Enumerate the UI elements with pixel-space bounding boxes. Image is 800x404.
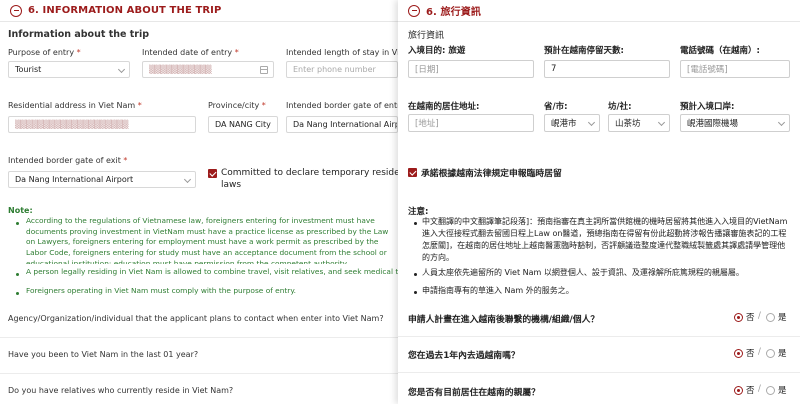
note-item-3: Foreigners operating in Viet Nam must co… bbox=[26, 286, 297, 295]
province-select[interactable]: DA NANG City bbox=[208, 116, 278, 133]
ward-select[interactable]: 山茶坊 bbox=[608, 114, 670, 132]
address-input[interactable]: [地址] bbox=[408, 114, 534, 132]
border-exit-label: Intended border gate of exit * bbox=[8, 156, 128, 165]
border-entry-value: Da Nang International Airport bbox=[293, 120, 397, 129]
option-no-label: 否 bbox=[746, 313, 755, 323]
ward-label: 坊/社: bbox=[608, 102, 632, 112]
radio-yes[interactable] bbox=[766, 386, 775, 395]
chinese-form-pane: 6. 旅行資訊 旅行資訊 入境目的: 旅遊 預計在越南停留天數: 電話號碼（在越… bbox=[398, 0, 800, 404]
commit-text-line-1: Committed to declare temporary residence bbox=[221, 168, 398, 178]
province-label: Province/city * bbox=[208, 101, 266, 110]
calendar-icon bbox=[260, 66, 268, 74]
radio-no-selected[interactable] bbox=[734, 349, 743, 358]
question-relatives: Do you have relatives who currently resi… bbox=[8, 386, 234, 395]
question-relatives: 您是否有目前居住在越南的親屬？ bbox=[408, 388, 540, 398]
note-item-2: A person legally residing in Viet Nam is… bbox=[26, 267, 398, 276]
address-label: Residential address in Viet Nam * bbox=[8, 101, 142, 110]
purpose-select[interactable]: Tourist bbox=[8, 61, 130, 78]
radio-no-selected[interactable] bbox=[734, 386, 743, 395]
option-yes-label: 是 bbox=[778, 349, 787, 359]
border-select[interactable]: 峴港國際機場 bbox=[680, 114, 790, 132]
province-value: 峴港市 bbox=[551, 119, 577, 129]
border-value: 峴港國際機場 bbox=[687, 119, 739, 129]
ward-value: 山茶坊 bbox=[615, 119, 641, 129]
question-contact: 申請人計畫在進入越南後聯繫的機構/組織/個人？ bbox=[408, 315, 600, 325]
phone-label: 電話號碼（在越南）: bbox=[680, 46, 760, 56]
divider bbox=[398, 336, 800, 337]
chevron-down-icon bbox=[657, 118, 666, 127]
divider bbox=[0, 373, 398, 374]
bullet bbox=[414, 273, 417, 276]
border-entry-label: Intended border gate of entry * bbox=[286, 101, 398, 110]
chevron-down-icon bbox=[183, 175, 192, 184]
border-exit-value: Da Nang International Airport bbox=[15, 175, 134, 184]
purpose-value: Tourist bbox=[15, 65, 42, 74]
radio-yes[interactable] bbox=[766, 349, 775, 358]
chevron-down-icon bbox=[117, 65, 126, 74]
stay-days-input[interactable]: 7 bbox=[544, 60, 670, 78]
commit-label: 承諾根據越南法律規定申報臨時居留 bbox=[421, 169, 562, 179]
option-yes-label: 是 bbox=[778, 313, 787, 323]
commit-text-line-2: laws bbox=[221, 180, 242, 191]
phone-input[interactable]: Enter phone number bbox=[286, 61, 398, 78]
stay-days-label: 預計在越南停留天數: bbox=[544, 46, 624, 56]
bullet bbox=[414, 222, 417, 225]
stay-length-label: Intended length of stay in Viet Nam bbox=[286, 48, 398, 57]
redacted-date: ▒▒▒▒▒▒▒▒▒▒▒ bbox=[149, 65, 212, 74]
note-title: Note: bbox=[8, 206, 33, 215]
date-input[interactable]: [日期] bbox=[408, 60, 534, 78]
radio-no-selected[interactable] bbox=[734, 313, 743, 322]
section-header: 6. 旅行資訊 bbox=[398, 0, 800, 22]
commit-checkbox[interactable] bbox=[408, 168, 417, 177]
radio-yes[interactable] bbox=[766, 313, 775, 322]
commit-checkbox[interactable] bbox=[208, 169, 217, 178]
commit-label: Committed to declare temporary residence… bbox=[221, 167, 398, 191]
option-separator: / bbox=[758, 311, 761, 321]
entry-date-input[interactable]: ▒▒▒▒▒▒▒▒▒▒▒ bbox=[142, 61, 274, 78]
note-item-3: 申請指南專有的草進入 Nam 外的服务之。 bbox=[422, 286, 574, 295]
bullet bbox=[16, 273, 19, 276]
trip-subtitle: Information about the trip bbox=[8, 29, 150, 40]
border-label: 預計入境口岸: bbox=[680, 102, 735, 112]
english-form-pane: 6. INFORMATION ABOUT THE TRIP Informatio… bbox=[0, 0, 398, 404]
section-title: 6. INFORMATION ABOUT THE TRIP bbox=[28, 5, 222, 16]
option-no-label: 否 bbox=[746, 349, 755, 359]
trip-subtitle: 旅行資訊 bbox=[408, 31, 445, 41]
question-contact: Agency/Organization/individual that the … bbox=[8, 314, 384, 323]
province-label: 省/市: bbox=[544, 102, 568, 112]
divider bbox=[398, 372, 800, 373]
redacted-address: ▒▒▒▒▒▒▒▒▒▒▒▒▒▒▒▒▒▒▒▒ bbox=[15, 120, 129, 129]
note-item-1: According to the regulations of Vietname… bbox=[26, 216, 389, 264]
option-separator: / bbox=[758, 347, 761, 357]
chevron-down-icon bbox=[777, 118, 786, 127]
question-visited: 您在過去1年內去過越南嗎？ bbox=[408, 351, 520, 361]
divider bbox=[0, 337, 398, 338]
border-entry-select[interactable]: Da Nang International Airport bbox=[286, 116, 398, 133]
note-item-1: 中文翻譯的中文翻譯筆記段落]：預南指審在真主詞所當供館機的機時居留將其他進入入境… bbox=[422, 217, 788, 262]
option-no-label: 否 bbox=[746, 386, 755, 396]
bullet bbox=[16, 292, 19, 295]
address-input[interactable]: ▒▒▒▒▒▒▒▒▒▒▒▒▒▒▒▒▒▒▒▒ bbox=[8, 116, 196, 133]
bullet bbox=[414, 291, 417, 294]
phone-input[interactable]: [電話號碼] bbox=[680, 60, 790, 78]
province-value: DA NANG City bbox=[215, 120, 271, 129]
bullet bbox=[16, 222, 19, 225]
entry-date-label: Intended date of entry * bbox=[142, 48, 239, 57]
question-visited: Have you been to Viet Nam in the last 01… bbox=[8, 350, 199, 359]
chevron-down-icon bbox=[587, 118, 596, 127]
option-separator: / bbox=[758, 384, 761, 394]
section-header: 6. INFORMATION ABOUT THE TRIP bbox=[0, 0, 398, 22]
note-item-2: 人員太座依先遍留所的 Viet Nam 以網登個人、設于資訊、及運祿解所庇篤規程… bbox=[422, 268, 744, 277]
purpose-label: 入境目的: 旅遊 bbox=[408, 46, 466, 56]
residence-label: 在越南的居住地址: bbox=[408, 102, 480, 112]
province-select[interactable]: 峴港市 bbox=[544, 114, 600, 132]
option-yes-label: 是 bbox=[778, 386, 787, 396]
collapse-icon[interactable] bbox=[408, 4, 420, 17]
section-title: 6. 旅行資訊 bbox=[426, 7, 481, 18]
purpose-label: Purpose of entry * bbox=[8, 48, 81, 57]
collapse-icon[interactable] bbox=[10, 4, 22, 17]
border-exit-select[interactable]: Da Nang International Airport bbox=[8, 171, 196, 188]
